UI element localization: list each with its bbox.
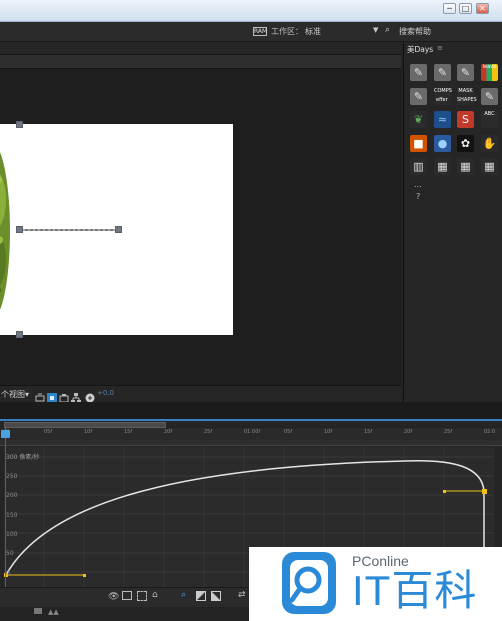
maximize-button[interactable]: □: [459, 3, 472, 14]
ruler-tick-label: 05f: [284, 429, 293, 435]
orange-box-icon[interactable]: ■: [410, 135, 427, 152]
composition-header: [0, 55, 401, 69]
layer-handle-bottom[interactable]: [16, 331, 23, 338]
separate-dimensions-icon[interactable]: ⇄: [238, 590, 246, 600]
leaf-icon[interactable]: ❦: [410, 111, 427, 128]
blue-globe-icon[interactable]: ●: [434, 135, 451, 152]
grid-4-icon[interactable]: ▦: [457, 158, 474, 175]
ruler-tick-label: 05f: [44, 429, 53, 435]
pencil-icon[interactable]: ✎: [481, 88, 498, 105]
motion-path-line[interactable]: [20, 229, 118, 231]
bars-icon[interactable]: ▥: [410, 158, 427, 175]
pencil-icon[interactable]: ✎: [434, 64, 451, 81]
bounding-box-icon[interactable]: [137, 591, 147, 601]
grid-toggle-icon[interactable]: [47, 388, 57, 403]
handle-point-end: [443, 490, 446, 493]
time-ruler-track: [0, 440, 502, 446]
ruler-tick-label: 20f: [404, 429, 413, 435]
ruler-tick-label: 15f: [364, 429, 373, 435]
ruler-tick-label: 10f: [324, 429, 333, 435]
playhead[interactable]: [5, 428, 6, 587]
graph-y-tick-label: 100: [6, 530, 18, 538]
leave-color-icon[interactable]: leave: [481, 64, 498, 81]
ruler-tick-label: 10f: [84, 429, 93, 435]
pencil-icon[interactable]: ✎: [410, 88, 427, 105]
yellow-hand-icon[interactable]: ✋: [481, 135, 498, 152]
flower-icon[interactable]: ✿: [457, 135, 474, 152]
graph-unit-label: 300 像素/秒: [6, 454, 40, 461]
layer-handle-top[interactable]: [16, 121, 23, 128]
ruler-tick-label: 15f: [124, 429, 133, 435]
toggle-icon[interactable]: [35, 388, 45, 402]
graph-y-tick-label: 150: [6, 511, 18, 519]
handle-point-start: [83, 574, 86, 577]
exposure-value[interactable]: +0.0: [97, 389, 114, 397]
red-logo-icon[interactable]: S: [457, 111, 474, 128]
exposure-icon[interactable]: [85, 388, 95, 403]
grid-9-icon[interactable]: ▦: [481, 158, 498, 175]
keyframe-end: [482, 489, 487, 494]
minimize-button[interactable]: ─: [443, 3, 456, 14]
more-tools-label[interactable]: ...: [414, 180, 422, 189]
pencil-icon[interactable]: ✎: [410, 64, 427, 81]
ruler-tick-label: 01:00f: [244, 429, 261, 435]
pencil-icon[interactable]: ✎: [457, 64, 474, 81]
playhead-handle[interactable]: [1, 430, 10, 438]
fit-all-icon[interactable]: [196, 591, 206, 601]
eye-icon[interactable]: 👁: [108, 592, 119, 602]
view-layout-select[interactable]: 个视图▾: [1, 389, 29, 400]
layer-handle-mid[interactable]: [16, 226, 23, 233]
zoom-slider-knob[interactable]: [34, 608, 42, 614]
waves-icon[interactable]: ≈: [434, 111, 451, 128]
snapshot-icon[interactable]: [59, 388, 69, 403]
close-button[interactable]: ✕: [476, 3, 489, 14]
ruler-tick-label: 02:0: [484, 429, 496, 435]
ruler-tick-label: 20f: [164, 429, 173, 435]
search-icon[interactable]: ⌕: [385, 25, 390, 35]
watermark-title: IT百科: [352, 567, 478, 614]
chevron-down-icon[interactable]: ▼: [373, 26, 378, 34]
graph-y-tick-label: 0: [6, 569, 10, 577]
search-help-input[interactable]: 搜索帮助: [399, 26, 431, 37]
workspace-select[interactable]: 标准: [305, 26, 321, 37]
composition-tab-bar: [0, 42, 401, 55]
fit-graph-icon[interactable]: [211, 591, 221, 601]
pconline-logo: [280, 550, 338, 616]
panel-divider[interactable]: [0, 402, 502, 419]
mountain-icon[interactable]: ▲▲: [48, 608, 59, 616]
abc-icon[interactable]: ABC: [481, 111, 498, 128]
ruler-tick-label: 25f: [204, 429, 213, 435]
comps-sub-label: effer: [436, 97, 448, 103]
workspace-icon[interactable]: RAM: [253, 27, 267, 36]
workspace-label: 工作区：: [271, 27, 303, 36]
help-icon[interactable]: ?: [416, 192, 420, 201]
window-title-bar: [0, 0, 502, 22]
fit-selection-icon[interactable]: ⌕: [181, 590, 186, 600]
motion-path-end-handle[interactable]: [115, 226, 122, 233]
ruler-tick-label: 25f: [444, 429, 453, 435]
graph-y-tick-label: 50: [6, 550, 14, 558]
tree-image: [0, 140, 14, 322]
lock-icon[interactable]: ⌂: [152, 590, 158, 600]
grid-4-icon[interactable]: ▦: [434, 158, 451, 175]
graph-y-tick-label: 200: [6, 492, 18, 500]
mask-sub-label: SHAPES: [457, 97, 477, 103]
panel-menu-icon[interactable]: ≡: [437, 44, 443, 52]
flowchart-icon[interactable]: [71, 388, 81, 403]
graph-y-tick-label: 250: [6, 473, 18, 480]
frame-icon[interactable]: [122, 591, 132, 600]
